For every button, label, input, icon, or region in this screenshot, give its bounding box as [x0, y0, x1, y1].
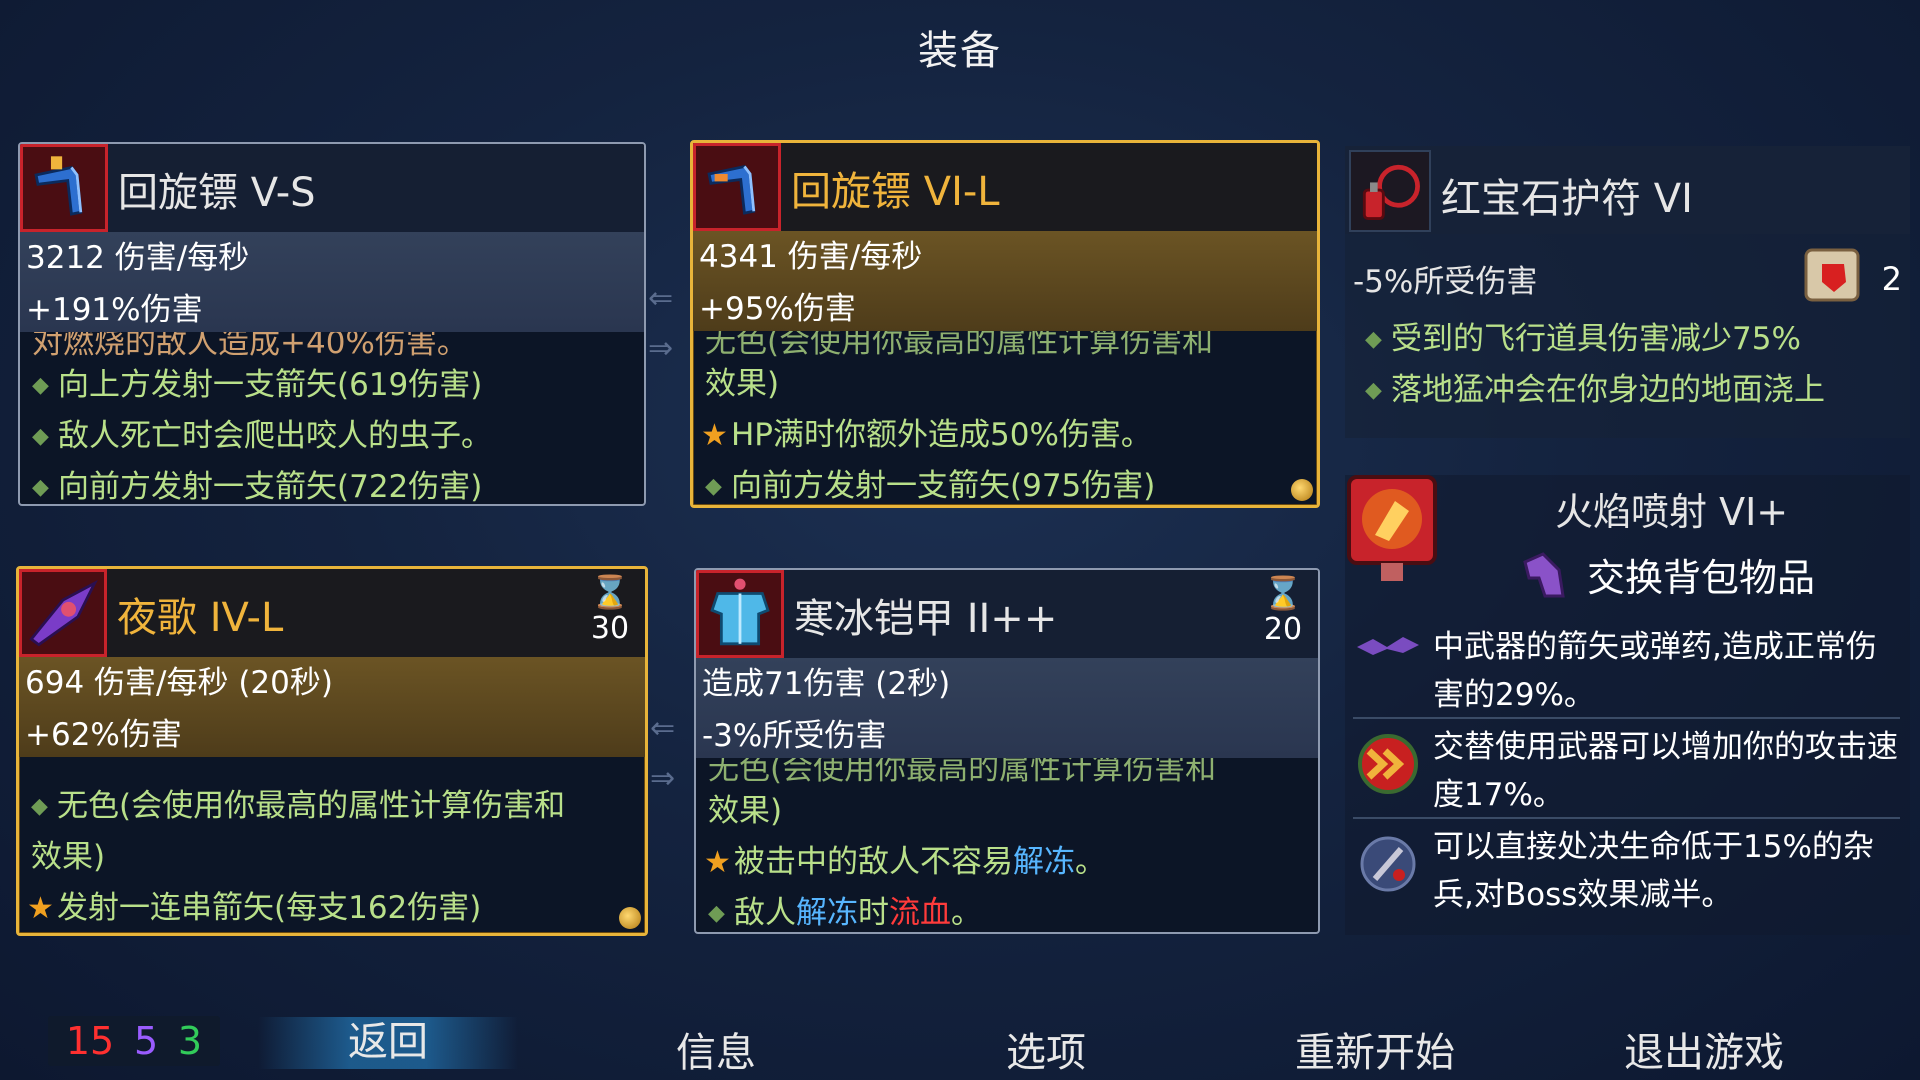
desc-line: ◆ 向前方发射一支箭矢(975伤害): [705, 461, 1307, 505]
star-icon: ★: [704, 845, 731, 880]
nightsong-icon: [19, 569, 107, 657]
combo-mutation-icon: [1358, 734, 1418, 794]
bottom-menu-bar: 15 5 3 返回 信息 选项 重新开始 退出游戏: [0, 1008, 1920, 1080]
ruby-amulet-icon: [1349, 150, 1431, 232]
cut-off-line: 无色(会使用你最高的属性计算伤害和: [708, 758, 1217, 786]
weapon-slot-1[interactable]: 回旋镖 V-S 3212 伤害/每秒 +191%伤害 对燃烧的敌人造成+40%伤…: [18, 142, 646, 506]
hourglass-icon: ⌛: [590, 573, 630, 611]
card-header: [20, 144, 644, 232]
skill-name: 寒冰铠甲 II++: [794, 596, 1058, 642]
diamond-bullet-icon: ◆: [1365, 378, 1382, 403]
mutation-item[interactable]: 中武器的箭矢或弹药,造成正常伤害的29%。: [1353, 623, 1900, 719]
bat-mutation-icon: [1357, 637, 1419, 655]
weapon-name: 回旋镖 VI-L: [791, 169, 1000, 215]
info-button[interactable]: 信息: [586, 1020, 846, 1078]
diamond-bullet-icon: ◆: [32, 475, 49, 500]
mutation-item[interactable]: 交替使用武器可以增加你的攻击速度17%。: [1353, 723, 1900, 819]
options-button[interactable]: 选项: [916, 1020, 1176, 1078]
scroll-count: 2: [1881, 260, 1902, 298]
desc-line: ◆ 受到的飞行道具伤害减少75%: [1365, 314, 1904, 365]
weapon-slot-2[interactable]: 回旋镖 VI-L 4341 伤害/每秒 +95%伤害 无色(会使用你最高的属性计…: [690, 140, 1320, 508]
boomerang-icon: [693, 143, 781, 231]
desc-line: ◆ 向前方发射一支箭矢(722伤害): [32, 462, 634, 504]
tactics-count: 5: [133, 1019, 159, 1063]
skill-name: 夜歌 IV-L: [117, 595, 284, 641]
diamond-bullet-icon: ◆: [32, 424, 49, 449]
boomerang-icon: [20, 144, 108, 232]
quit-game-button[interactable]: 退出游戏: [1574, 1020, 1834, 1078]
desc-line: ◆ 落地猛冲会在你身边的地面浇上: [1365, 365, 1904, 416]
skill-bonus: +62%伤害: [25, 717, 182, 753]
brutality-scroll-icon: [1800, 242, 1870, 308]
amulet-stat: -5%所受伤害: [1353, 264, 1538, 300]
mutation-panel: 火焰喷射 VI+ 交换背包物品 中武器的箭矢或弹药,造成正常伤害的29%。 交替…: [1345, 475, 1910, 935]
weapon-description: 对燃烧的敌人造成+40%伤害。 ◆ 向上方发射一支箭矢(619伤害) ◆ 敌人死亡时…: [32, 332, 634, 504]
weapon-bonus: +191%伤害: [26, 292, 203, 328]
restart-button[interactable]: 重新开始: [1245, 1020, 1505, 1078]
swap-left-arrow-icon: ⇐: [648, 281, 674, 316]
weapon-dps: 4341 伤害/每秒: [699, 239, 923, 275]
swap-backpack-button[interactable]: 交换背包物品: [1515, 547, 1815, 602]
star-icon: ★: [27, 891, 54, 926]
back-button[interactable]: 返回: [258, 1017, 518, 1069]
diamond-bullet-icon: ◆: [32, 373, 49, 398]
hourglass-icon: ⌛: [1263, 574, 1303, 612]
swap-left-arrow-icon: ⇐: [650, 711, 676, 746]
brutality-count: 15: [65, 1019, 115, 1063]
desc-line: 效果): [705, 366, 780, 402]
skill-bonus: -3%所受伤害: [702, 718, 887, 754]
weapon-name: 回旋镖 V-S: [118, 170, 316, 216]
desc-line: ★ 被击中的敌人不容易解冻。: [704, 837, 1308, 888]
skill-slot-2[interactable]: 寒冰铠甲 II++ ⌛ 20 造成71伤害 (2秒) -3%所受伤害 无色(会使…: [694, 568, 1320, 934]
amulet-name: 红宝石护符 VI: [1441, 176, 1693, 222]
backpack-item-name: 火焰喷射 VI+: [1555, 490, 1789, 534]
cut-off-line: 对燃烧的敌人造成+40%伤害。: [32, 332, 468, 360]
amulet-slot[interactable]: 红宝石护符 VI -5%所受伤害 2 ◆ 受到的飞行道具伤害减少75% ◆ 落地猛冲…: [1345, 146, 1910, 438]
legendary-corner-icon: [1291, 479, 1313, 501]
desc-line: ◆ 无色(会使用你最高的属性计算伤害和: [31, 781, 635, 832]
swap-right-arrow-icon: ⇒: [650, 761, 676, 796]
desc-line: 效果): [31, 839, 106, 875]
mutation-item[interactable]: 可以直接处决生命低于15%的杂兵,对Boss效果减半。: [1353, 823, 1900, 919]
desc-line: 效果): [708, 793, 783, 829]
swap-backpack-icon: [1523, 551, 1565, 597]
amulet-description: ◆ 受到的飞行道具伤害减少75% ◆ 落地猛冲会在你身边的地面浇上: [1365, 314, 1904, 416]
desc-line: ◆ 敌人死亡时会爬出咬人的虫子。: [32, 411, 634, 462]
desc-line: ◆ 向上方发射一支箭矢(619伤害): [32, 360, 634, 411]
executioner-mutation-icon: [1360, 836, 1416, 892]
scroll-stats: 15 5 3: [48, 1016, 220, 1066]
diamond-bullet-icon: ◆: [1365, 327, 1382, 352]
star-icon: ★: [701, 418, 728, 453]
weapon-description: 无色(会使用你最高的属性计算伤害和 效果) ★ HP满时你额外造成50%伤害。 ◆…: [701, 331, 1307, 505]
cut-off-line: 无色(会使用你最高的属性计算伤害和: [705, 331, 1214, 359]
diamond-bullet-icon: ◆: [705, 474, 722, 499]
diamond-bullet-icon: ◆: [708, 901, 725, 926]
survival-count: 3: [177, 1019, 203, 1063]
diamond-bullet-icon: ◆: [31, 794, 48, 819]
desc-line: ◆ 敌人解冻时流血。: [708, 888, 1308, 932]
card-header: [19, 569, 645, 657]
swap-right-arrow-icon: ⇒: [648, 331, 674, 366]
skill-dps: 694 伤害/每秒 (20秒): [25, 665, 333, 701]
cooldown-timer: ⌛ 30: [585, 573, 635, 646]
skill-description: ◆ 无色(会使用你最高的属性计算伤害和 效果) ★ 发射一连串箭矢(每支162伤害): [27, 781, 635, 933]
cooldown-timer: ⌛ 20: [1258, 574, 1308, 647]
desc-line: ★ 发射一连串箭矢(每支162伤害): [27, 883, 635, 933]
skill-slot-1[interactable]: 夜歌 IV-L ⌛ 30 694 伤害/每秒 (20秒) +62%伤害 ◆ 无色(…: [16, 566, 648, 936]
ice-armor-icon: [696, 570, 784, 658]
skill-dps: 造成71伤害 (2秒): [702, 666, 951, 702]
weapon-bonus: +95%伤害: [699, 291, 856, 327]
card-header: [693, 143, 1317, 231]
weapon-dps: 3212 伤害/每秒: [26, 240, 250, 276]
desc-line: ★ HP满时你额外造成50%伤害。: [701, 410, 1307, 461]
screen-title: 装备: [918, 28, 1002, 74]
skill-description: 无色(会使用你最高的属性计算伤害和 效果) ★ 被击中的敌人不容易解冻。 ◆ 敌人解…: [704, 758, 1308, 932]
flamethrower-icon[interactable]: [1345, 475, 1439, 585]
legendary-corner-icon: [619, 907, 641, 929]
